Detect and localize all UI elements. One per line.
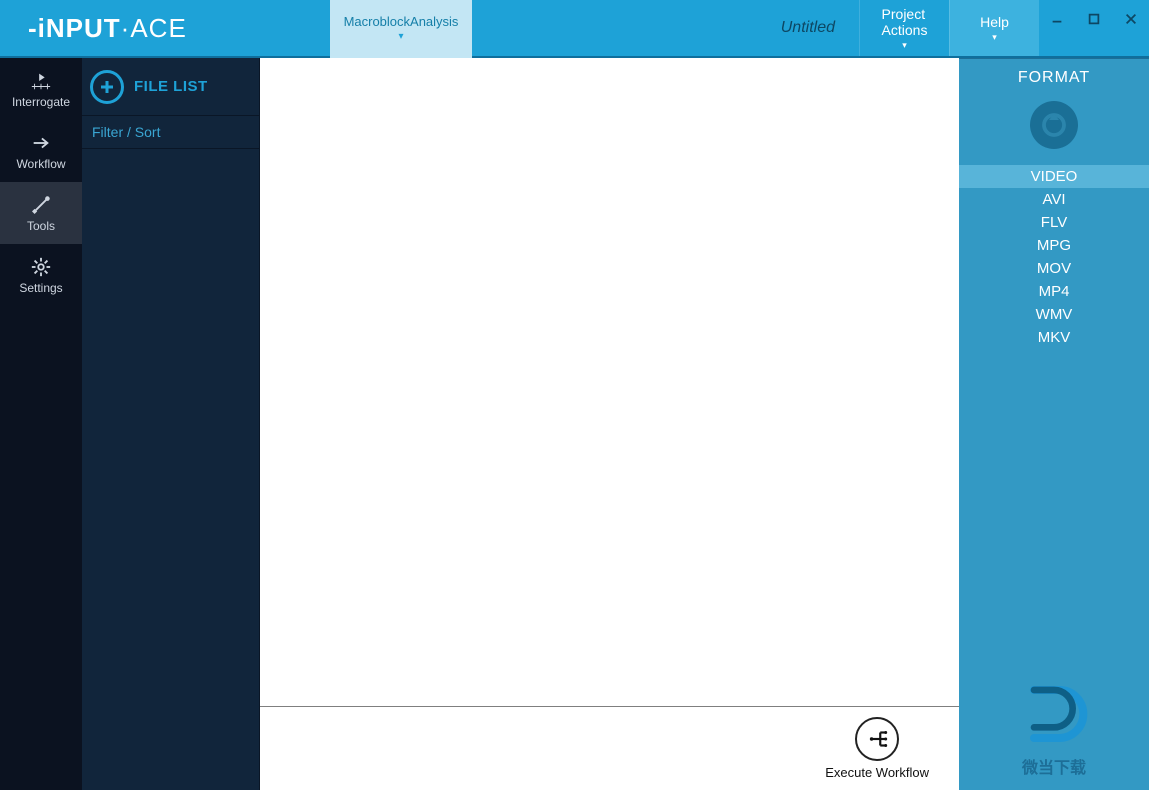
rail-label: Interrogate bbox=[12, 95, 70, 109]
rail-label: Settings bbox=[19, 281, 62, 295]
tab-label: MacroblockAnalysis bbox=[344, 14, 459, 29]
interrogate-icon bbox=[30, 70, 52, 92]
window-controls bbox=[1039, 0, 1149, 56]
canvas-area[interactable] bbox=[260, 58, 959, 706]
file-list-panel: FILE LIST Filter / Sort bbox=[82, 58, 260, 790]
minimize-button[interactable] bbox=[1046, 8, 1068, 30]
format-item-video[interactable]: VIDEO bbox=[959, 165, 1149, 188]
plus-icon bbox=[98, 78, 116, 96]
filter-sort-label: Filter / Sort bbox=[92, 124, 160, 140]
rail-item-workflow[interactable]: Workflow bbox=[0, 120, 82, 182]
rail-item-settings[interactable]: Settings bbox=[0, 244, 82, 306]
arrow-right-icon bbox=[30, 132, 52, 154]
title-bar: -iNPUT·ACE MacroblockAnalysis ▾ Untitled… bbox=[0, 0, 1149, 58]
execute-label: Execute Workflow bbox=[825, 765, 929, 780]
chevron-down-icon: ▾ bbox=[902, 40, 907, 50]
watermark-logo: 微当下载 bbox=[1014, 674, 1094, 790]
format-header: FORMAT bbox=[1018, 59, 1090, 95]
format-item-avi[interactable]: AVI bbox=[959, 188, 1149, 211]
d-logo-icon bbox=[1014, 674, 1094, 754]
title-spacer: Untitled bbox=[472, 0, 859, 56]
footer-bar: Execute Workflow bbox=[260, 706, 959, 790]
rail-label: Workflow bbox=[16, 157, 65, 171]
format-item-flv[interactable]: FLV bbox=[959, 211, 1149, 234]
document-title: Untitled bbox=[781, 19, 835, 37]
rail-item-tools[interactable]: Tools bbox=[0, 182, 82, 244]
file-list-label: FILE LIST bbox=[134, 78, 208, 95]
format-item-mp4[interactable]: MP4 bbox=[959, 280, 1149, 303]
close-button[interactable] bbox=[1120, 8, 1142, 30]
help-menu[interactable]: Help ▾ bbox=[949, 0, 1039, 56]
format-item-mov[interactable]: MOV bbox=[959, 257, 1149, 280]
menu-label: Help bbox=[980, 14, 1009, 30]
app-logo: -iNPUT·ACE bbox=[0, 0, 330, 56]
maximize-button[interactable] bbox=[1083, 8, 1105, 30]
format-item-mpg[interactable]: MPG bbox=[959, 234, 1149, 257]
add-file-button[interactable] bbox=[90, 70, 124, 104]
workspace: Execute Workflow bbox=[260, 58, 959, 790]
format-item-wmv[interactable]: WMV bbox=[959, 303, 1149, 326]
filter-sort-button[interactable]: Filter / Sort bbox=[82, 116, 259, 149]
project-actions-menu[interactable]: ProjectActions ▾ bbox=[859, 0, 949, 56]
tab-macroblock-analysis[interactable]: MacroblockAnalysis ▾ bbox=[330, 0, 472, 58]
execute-workflow-button[interactable]: Execute Workflow bbox=[825, 717, 929, 780]
chevron-down-icon: ▾ bbox=[992, 32, 997, 42]
left-rail: Interrogate Workflow Tools bbox=[0, 58, 82, 790]
rail-label: Tools bbox=[27, 219, 55, 233]
format-panel: FORMAT VIDEOAVIFLVMPGMOVMP4WMVMKV 微当下载 bbox=[959, 58, 1149, 790]
execute-icon bbox=[855, 717, 899, 761]
format-item-mkv[interactable]: MKV bbox=[959, 326, 1149, 349]
gear-icon bbox=[30, 256, 52, 278]
chevron-down-icon: ▾ bbox=[398, 31, 403, 42]
file-list-header: FILE LIST bbox=[82, 58, 259, 116]
rail-item-interrogate[interactable]: Interrogate bbox=[0, 58, 82, 120]
watermark-text: 微当下载 bbox=[1022, 754, 1086, 778]
tools-icon bbox=[30, 194, 52, 216]
menu-label: ProjectActions bbox=[882, 6, 928, 38]
convert-icon[interactable] bbox=[1030, 101, 1078, 149]
